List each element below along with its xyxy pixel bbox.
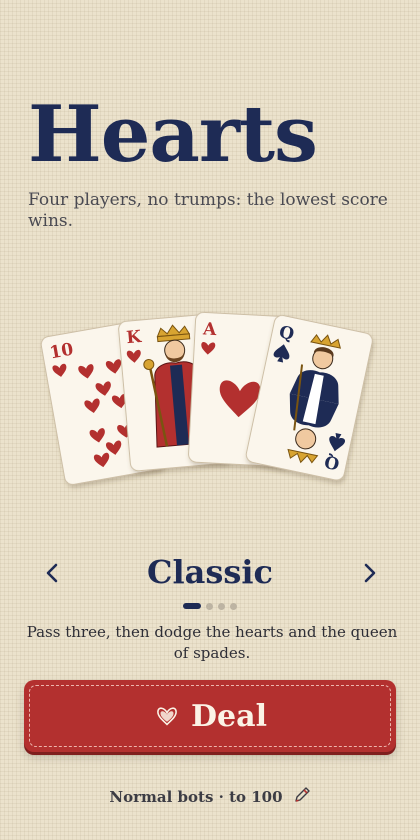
deal-button[interactable]: Deal [24, 680, 396, 752]
page-dot-active[interactable] [183, 603, 201, 609]
settings-label: Normal bots · to 100 [109, 788, 283, 806]
heart-icon [153, 701, 181, 731]
card-rank: 10 [48, 340, 75, 364]
page-dot[interactable] [206, 602, 213, 610]
mode-description: Pass three, then dodge the hearts and th… [26, 623, 398, 662]
page-title: Hearts [28, 89, 318, 180]
mode-selector: Classic [0, 552, 420, 596]
page-subtitle: Four players, no trumps: the lowest scor… [28, 190, 388, 231]
page-dot[interactable] [230, 602, 237, 610]
card-fan: 10 K A Q Q [28, 300, 398, 515]
mode-pagination [0, 601, 420, 611]
page-dot[interactable] [218, 602, 225, 610]
card-rank: A [202, 319, 218, 340]
deal-label: Deal [191, 698, 267, 734]
chevron-right-icon[interactable] [356, 558, 384, 588]
pencil-icon[interactable] [293, 786, 311, 808]
game-settings[interactable]: Normal bots · to 100 [0, 785, 420, 809]
